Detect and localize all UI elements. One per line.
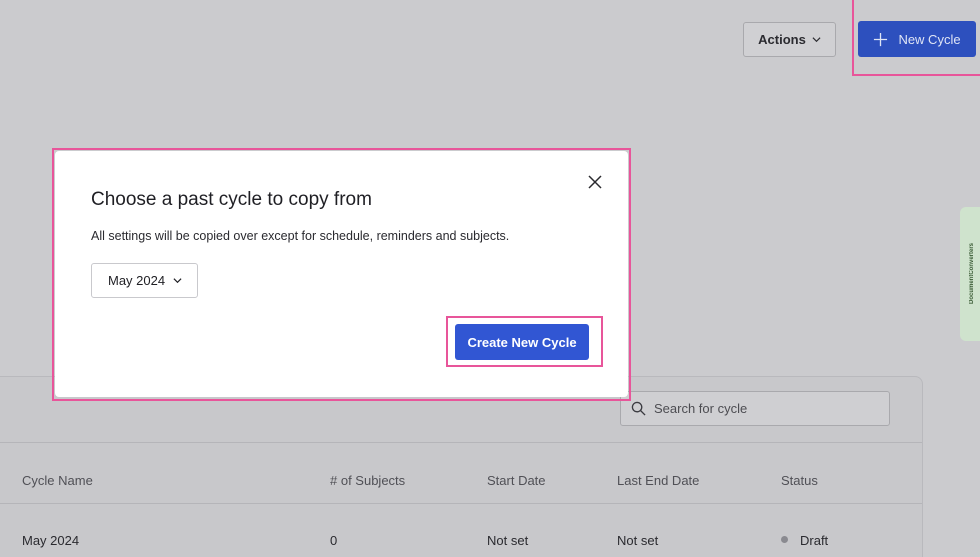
column-header-start-date[interactable]: Start Date [487, 473, 546, 488]
plus-icon [874, 32, 888, 46]
column-header-cycle-name[interactable]: Cycle Name [22, 473, 93, 488]
row-cycle-name[interactable]: May 2024 [22, 533, 79, 548]
extension-label: DocumentConverters [969, 243, 975, 305]
new-cycle-label: New Cycle [898, 31, 961, 47]
status-dot [781, 536, 788, 543]
row-end-date: Not set [617, 533, 659, 548]
modal-title: Choose a past cycle to copy from [91, 189, 372, 210]
search-input[interactable]: Search for cycle [620, 391, 890, 426]
past-cycle-selected: May 2024 [108, 273, 166, 288]
row-status: Draft [800, 533, 829, 548]
search-placeholder: Search for cycle [654, 401, 748, 416]
column-header-last-end-date[interactable]: Last End Date [617, 473, 699, 488]
chevron-down-icon [812, 37, 821, 43]
close-button[interactable] [586, 173, 604, 191]
create-new-cycle-button[interactable]: Create New Cycle [455, 324, 589, 360]
chevron-down-icon [173, 278, 182, 284]
column-header-status[interactable]: Status [781, 473, 818, 488]
table-divider [0, 442, 922, 443]
modal-description: All settings will be copied over except … [91, 229, 510, 243]
new-cycle-button[interactable]: New Cycle [858, 21, 976, 57]
actions-label: Actions [758, 32, 806, 47]
close-icon [588, 175, 602, 189]
extension-side-tab[interactable]: DocumentConverters [960, 207, 980, 341]
row-subjects: 0 [330, 533, 338, 548]
table-divider [0, 503, 922, 504]
search-icon [631, 401, 646, 416]
row-start-date: Not set [487, 533, 529, 548]
actions-button[interactable]: Actions [743, 22, 836, 57]
past-cycle-dropdown[interactable]: May 2024 [91, 263, 198, 298]
copy-cycle-modal: Choose a past cycle to copy from All set… [55, 151, 628, 397]
column-header-subjects[interactable]: # of Subjects [330, 473, 405, 488]
